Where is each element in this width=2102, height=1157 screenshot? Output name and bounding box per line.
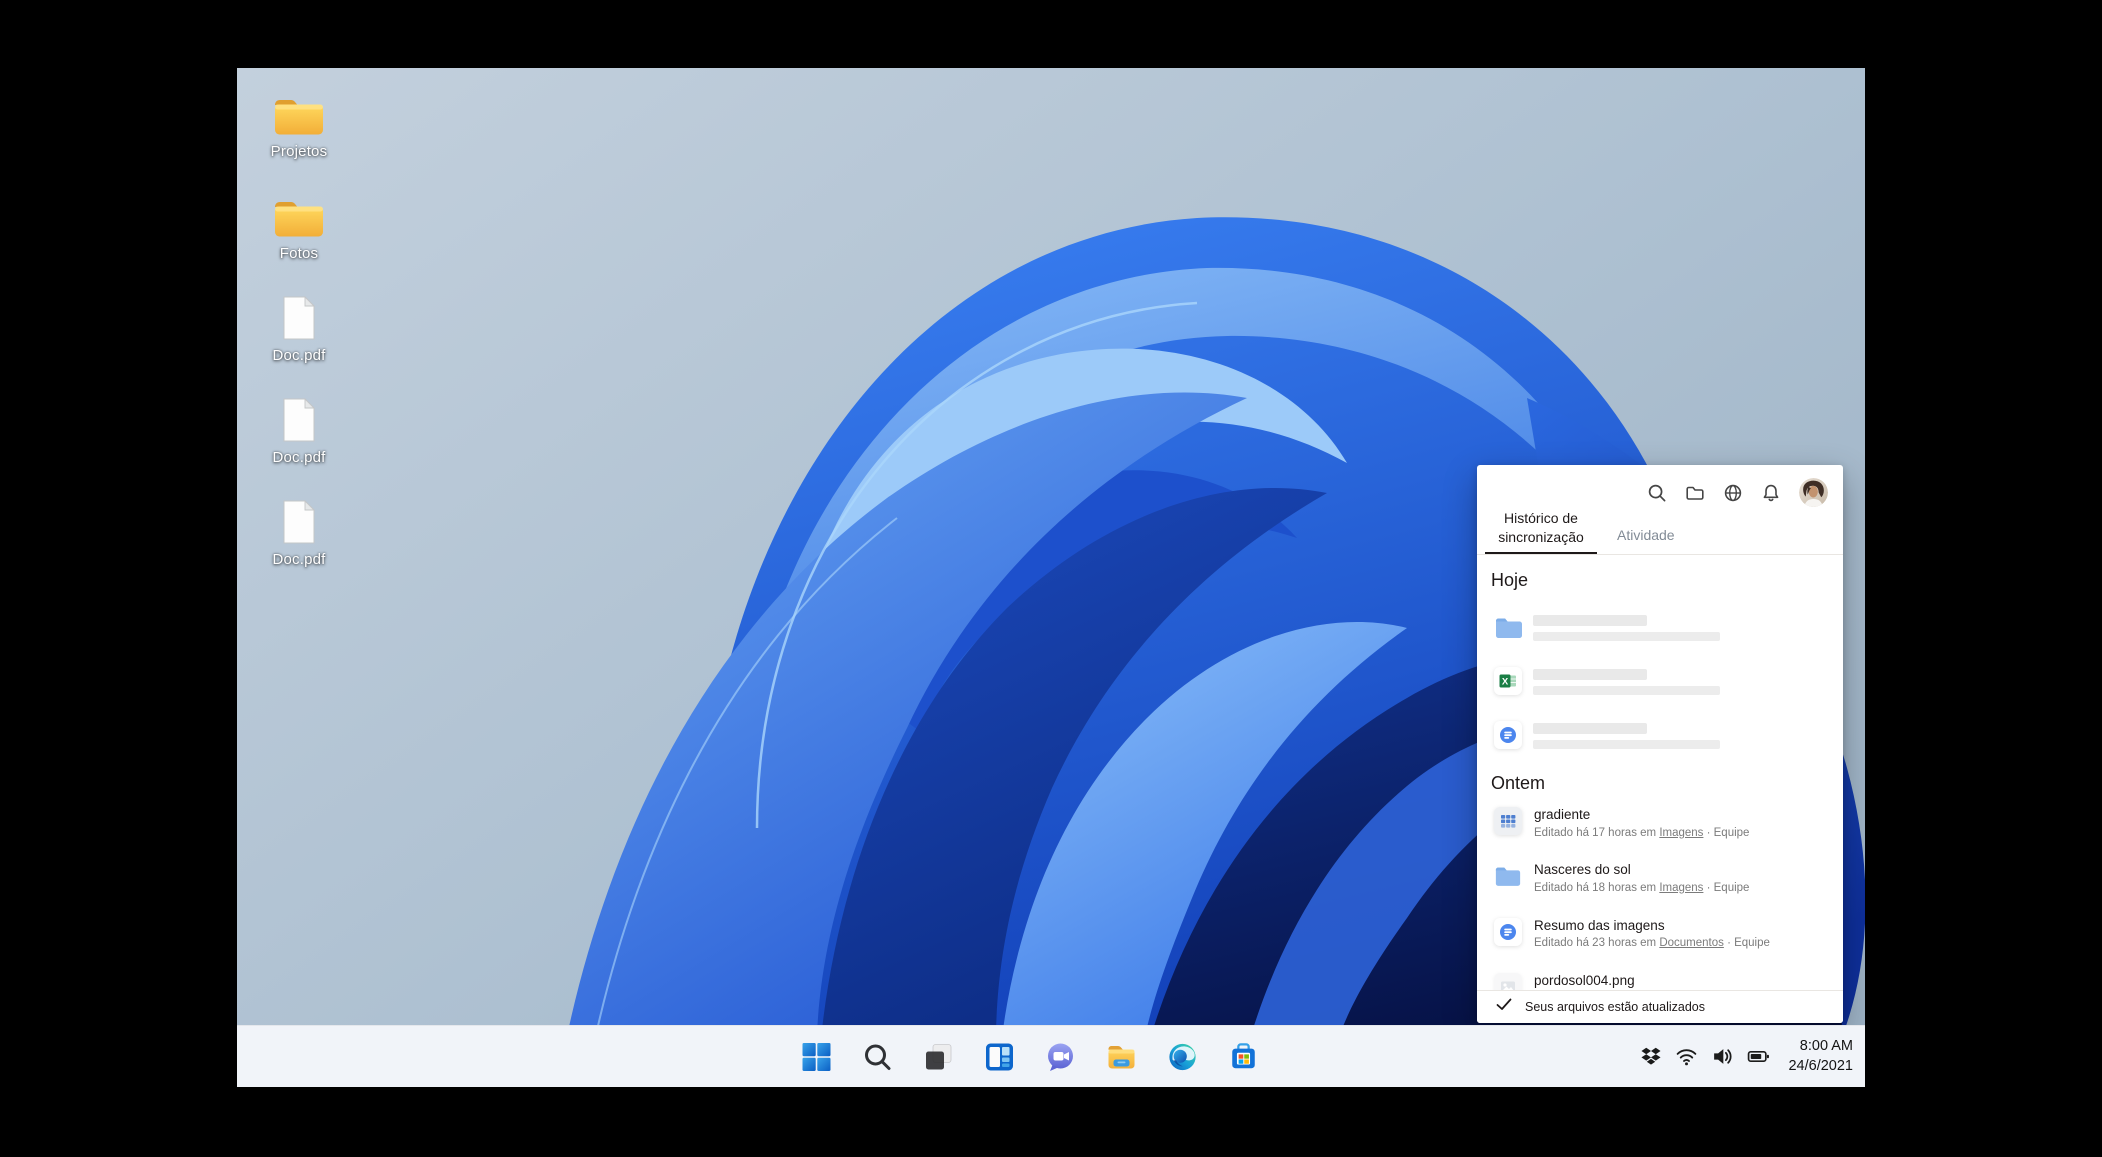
sync-status-bar: Seus arquivos estão atualizados [1477,990,1843,1023]
svg-text:X: X [1502,677,1509,688]
volume-icon[interactable] [1711,1045,1734,1068]
system-tray: 8:00 AM 24/6/2021 [1639,1026,1853,1087]
sync-status-text: Seus arquivos estão atualizados [1525,1000,1705,1014]
file-explorer-button[interactable] [1100,1035,1144,1079]
dropbox-body: Hoje X [1477,554,1843,990]
clock-date: 24/6/2021 [1788,1057,1853,1076]
search-button[interactable] [856,1035,900,1079]
clock[interactable]: 8:00 AM 24/6/2021 [1788,1037,1853,1075]
desktop-icon-fotos[interactable]: Fotos [247,180,351,282]
document-icon [280,285,318,342]
widgets-button[interactable] [978,1035,1022,1079]
sync-item-loading [1494,721,1843,749]
wifi-icon[interactable] [1675,1045,1698,1068]
desktop-icon-label: Fotos [280,245,319,262]
tab-sync-history[interactable]: Histórico de sincronização [1485,509,1597,554]
blue-folder-icon [1494,862,1522,890]
desktop: Projetos Fotos Doc.pdf [237,68,1865,1087]
folder-icon[interactable] [1685,483,1705,503]
folder-link[interactable]: Documentos [1659,937,1724,949]
search-icon[interactable] [1647,483,1667,503]
docs-file-icon [1494,721,1522,749]
grid-thumbnail-icon [1494,807,1522,835]
file-name[interactable]: gradiente [1534,807,1749,823]
document-icon [280,489,318,546]
dropbox-flyout: Histórico de sincronização Atividade Hoj… [1477,465,1843,1023]
sync-item[interactable]: gradiente Editado há 17 horas em Imagens… [1494,807,1843,840]
sync-item-loading: X [1494,667,1843,695]
excel-file-icon: X [1494,667,1522,695]
desktop-icon-projetos[interactable]: Projetos [247,78,351,180]
desktop-icon-docpdf-1[interactable]: Doc.pdf [247,282,351,384]
folder-icon [273,183,325,240]
sync-item[interactable]: Resumo das imagens Editado há 23 horas e… [1494,918,1843,951]
check-icon [1496,998,1512,1016]
globe-icon[interactable] [1723,483,1743,503]
file-name[interactable]: Resumo das imagens [1534,918,1770,934]
battery-icon[interactable] [1747,1045,1770,1068]
file-name[interactable]: pordosol004.png [1534,973,1749,989]
desktop-icon-grid: Projetos Fotos Doc.pdf [247,78,351,588]
skeleton-bar [1533,632,1720,641]
skeleton-bar [1533,686,1720,695]
sync-item[interactable]: Nasceres do sol Editado há 18 horas em I… [1494,862,1843,895]
desktop-icon-docpdf-2[interactable]: Doc.pdf [247,384,351,486]
folder-link[interactable]: Imagens [1659,882,1703,894]
file-meta: Editado há 18 horas em Imagens · Equipe [1534,882,1749,896]
file-meta: Editado há 23 horas em Documentos · Equi… [1534,937,1770,951]
file-name[interactable]: Nasceres do sol [1534,862,1749,878]
skeleton-bar [1533,723,1647,734]
skeleton-bar [1533,669,1647,680]
clock-time: 8:00 AM [1788,1037,1853,1056]
paper-doc-icon [1494,918,1522,946]
desktop-icon-label: Doc.pdf [272,449,325,466]
sync-item[interactable]: pordosol004.png Editado há 24 horas em I… [1494,973,1843,990]
avatar[interactable] [1799,478,1828,507]
document-icon [280,387,318,444]
task-view-button[interactable] [917,1035,961,1079]
image-file-icon [1494,973,1522,990]
folder-icon [273,81,325,138]
file-meta: Editado há 17 horas em Imagens · Equipe [1534,827,1749,841]
start-button[interactable] [795,1035,839,1079]
folder-link[interactable]: Imagens [1659,827,1703,839]
desktop-icon-label: Projetos [271,143,328,160]
dropbox-header: Histórico de sincronização Atividade [1477,465,1843,555]
sync-item-loading [1494,613,1843,641]
section-title-today: Hoje [1491,570,1843,591]
desktop-icon-docpdf-3[interactable]: Doc.pdf [247,486,351,588]
taskbar: 8:00 AM 24/6/2021 [237,1025,1865,1087]
blue-folder-icon [1494,613,1522,641]
taskbar-center-group [795,1026,1266,1087]
skeleton-bar [1533,740,1720,749]
bell-icon[interactable] [1761,483,1781,503]
chat-button[interactable] [1039,1035,1083,1079]
skeleton-bar [1533,615,1647,626]
dropbox-tray-icon[interactable] [1639,1045,1662,1068]
tab-activity[interactable]: Atividade [1617,527,1675,543]
section-title-yesterday: Ontem [1491,773,1843,794]
desktop-icon-label: Doc.pdf [272,551,325,568]
store-button[interactable] [1222,1035,1266,1079]
edge-button[interactable] [1161,1035,1205,1079]
dropbox-toolbar [1647,478,1828,507]
desktop-icon-label: Doc.pdf [272,347,325,364]
